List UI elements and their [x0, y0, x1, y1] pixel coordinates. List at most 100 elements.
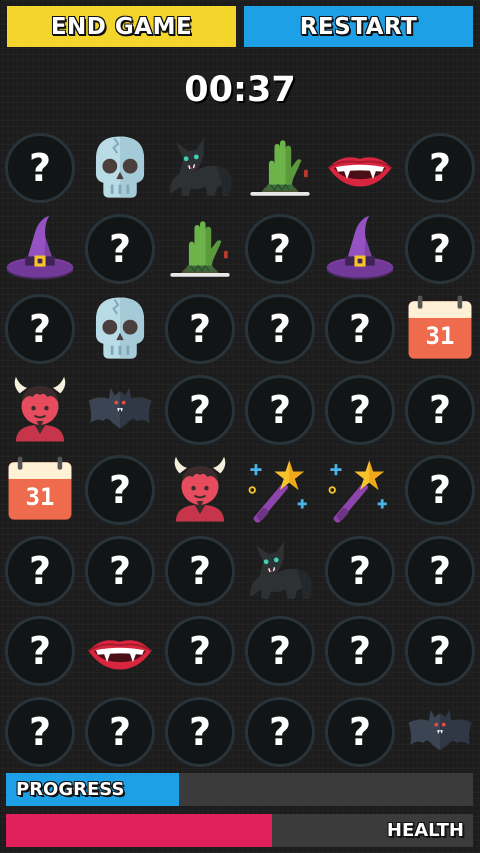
revealed-card-witch-hat[interactable]: [320, 209, 400, 289]
card-grid: ? ? ? ? ? ? ? ? ? 31 ? ? ? ? 31 ? ? ? ? …: [0, 0, 480, 770]
question-mark-icon: ?: [5, 616, 75, 686]
hidden-card[interactable]: ?: [400, 450, 480, 530]
hidden-card[interactable]: ?: [0, 128, 80, 208]
hidden-card[interactable]: ?: [160, 611, 240, 691]
hidden-card[interactable]: ?: [400, 128, 480, 208]
question-mark-icon: ?: [405, 213, 475, 284]
question-mark-icon: ?: [165, 535, 235, 606]
hidden-card[interactable]: ?: [80, 692, 160, 772]
question-mark-icon: ?: [325, 294, 395, 364]
calendar-day-label: 31: [25, 483, 55, 511]
hidden-card[interactable]: ?: [400, 209, 480, 289]
hidden-card[interactable]: ?: [320, 370, 400, 450]
question-mark-icon: ?: [5, 133, 75, 203]
hidden-card[interactable]: ?: [240, 692, 320, 772]
hidden-card[interactable]: ?: [240, 370, 320, 450]
revealed-card-calendar[interactable]: 31: [0, 450, 80, 530]
health-bar-fill: [6, 814, 273, 847]
calendar-day-label: 31: [425, 322, 455, 350]
hidden-card[interactable]: ?: [400, 531, 480, 611]
hidden-card[interactable]: ?: [320, 531, 400, 611]
question-mark-icon: ?: [5, 696, 75, 767]
revealed-card-vampire-lips[interactable]: [320, 128, 400, 208]
revealed-card-black-cat[interactable]: [160, 128, 240, 208]
vampire-lips-icon: [83, 614, 157, 688]
question-mark-icon: ?: [245, 616, 315, 686]
revealed-card-zombie-hand[interactable]: [240, 128, 320, 208]
question-mark-icon: ?: [405, 535, 475, 606]
bat-icon: [83, 373, 157, 447]
hidden-card[interactable]: ?: [0, 692, 80, 772]
calendar-icon: 31: [403, 292, 477, 366]
question-mark-icon: ?: [85, 213, 155, 284]
question-mark-icon: ?: [405, 616, 475, 686]
hidden-card[interactable]: ?: [80, 531, 160, 611]
revealed-card-vampire-lips[interactable]: [80, 611, 160, 691]
revealed-card-zombie-hand[interactable]: [160, 209, 240, 289]
hidden-card[interactable]: ?: [80, 450, 160, 530]
question-mark-icon: ?: [325, 374, 395, 445]
revealed-card-devil[interactable]: [160, 450, 240, 530]
question-mark-icon: ?: [245, 374, 315, 445]
revealed-card-skull[interactable]: [80, 128, 160, 208]
health-label: HEALTH: [386, 820, 464, 841]
question-mark-icon: ?: [165, 374, 235, 445]
question-mark-icon: ?: [85, 455, 155, 525]
question-mark-icon: ?: [405, 455, 475, 525]
progress-label: PROGRESS: [16, 779, 125, 800]
hidden-card[interactable]: ?: [160, 692, 240, 772]
question-mark-icon: ?: [5, 535, 75, 606]
skull-icon: [83, 131, 157, 205]
question-mark-icon: ?: [245, 213, 315, 284]
hidden-card[interactable]: ?: [0, 289, 80, 369]
question-mark-icon: ?: [5, 294, 75, 364]
question-mark-icon: ?: [405, 133, 475, 203]
health-bar: HEALTH: [6, 814, 473, 847]
magic-wand-icon: [243, 453, 317, 527]
hidden-card[interactable]: ?: [80, 209, 160, 289]
calendar-icon: 31: [3, 453, 77, 527]
hidden-card[interactable]: ?: [320, 692, 400, 772]
hidden-card[interactable]: ?: [320, 611, 400, 691]
revealed-card-skull[interactable]: [80, 289, 160, 369]
question-mark-icon: ?: [85, 696, 155, 767]
bat-icon: [403, 695, 477, 769]
hidden-card[interactable]: ?: [240, 289, 320, 369]
revealed-card-calendar[interactable]: 31: [400, 289, 480, 369]
revealed-card-devil[interactable]: [0, 370, 80, 450]
hidden-card[interactable]: ?: [400, 370, 480, 450]
magic-wand-icon: [323, 453, 397, 527]
question-mark-icon: ?: [325, 616, 395, 686]
question-mark-icon: ?: [85, 535, 155, 606]
revealed-card-witch-hat[interactable]: [0, 209, 80, 289]
devil-icon: [163, 453, 237, 527]
question-mark-icon: ?: [405, 374, 475, 445]
question-mark-icon: ?: [165, 616, 235, 686]
devil-icon: [3, 373, 77, 447]
zombie-hand-icon: [243, 131, 317, 205]
question-mark-icon: ?: [165, 294, 235, 364]
progress-bar: PROGRESS: [6, 773, 473, 806]
witch-hat-icon: [323, 212, 397, 286]
skull-icon: [83, 292, 157, 366]
hidden-card[interactable]: ?: [0, 531, 80, 611]
question-mark-icon: ?: [165, 696, 235, 767]
zombie-hand-icon: [163, 212, 237, 286]
vampire-lips-icon: [323, 131, 397, 205]
black-cat-icon: [243, 534, 317, 608]
revealed-card-bat[interactable]: [400, 692, 480, 772]
question-mark-icon: ?: [325, 696, 395, 767]
hidden-card[interactable]: ?: [240, 611, 320, 691]
revealed-card-magic-wand[interactable]: [320, 450, 400, 530]
hidden-card[interactable]: ?: [160, 289, 240, 369]
revealed-card-bat[interactable]: [80, 370, 160, 450]
question-mark-icon: ?: [325, 535, 395, 606]
hidden-card[interactable]: ?: [320, 289, 400, 369]
hidden-card[interactable]: ?: [160, 531, 240, 611]
hidden-card[interactable]: ?: [240, 209, 320, 289]
hidden-card[interactable]: ?: [0, 611, 80, 691]
hidden-card[interactable]: ?: [160, 370, 240, 450]
hidden-card[interactable]: ?: [400, 611, 480, 691]
revealed-card-magic-wand[interactable]: [240, 450, 320, 530]
revealed-card-black-cat[interactable]: [240, 531, 320, 611]
